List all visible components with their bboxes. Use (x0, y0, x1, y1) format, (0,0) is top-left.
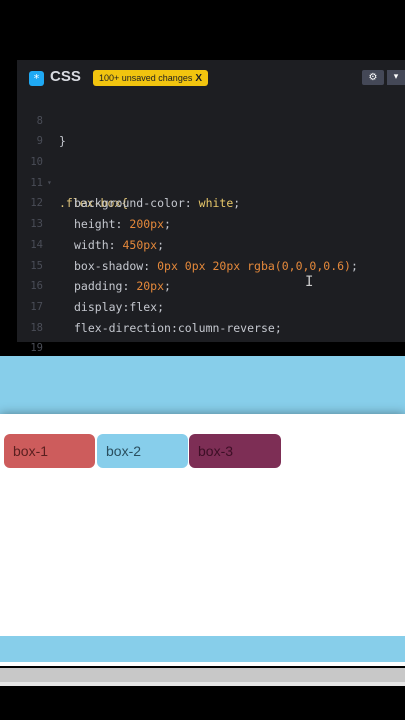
editor-title: CSS (50, 68, 81, 85)
unsaved-changes-label: 100+ unsaved changes (99, 73, 193, 83)
chevron-down-icon[interactable]: ▾ (387, 70, 405, 85)
box-1: box-1 (4, 434, 95, 468)
editor-header: * CSS 100+ unsaved changes X ⚙ ▾ (17, 60, 405, 94)
code-line: 14 box-shadow: 0px 0px 20px rgba(0,0,0,0… (17, 214, 405, 273)
code-line: 9 (17, 111, 405, 147)
css-editor-panel: * CSS 100+ unsaved changes X ⚙ ▾ 8 } 9 10… (17, 60, 405, 355)
preview-background-bottom (0, 636, 405, 662)
preview-pane: box-1 box-2 box-3 (0, 356, 405, 666)
code-line: 8 } (17, 90, 405, 149)
scrollbar-track[interactable] (0, 682, 405, 686)
code-line: 19 (17, 318, 405, 354)
code-line: 11 background-color: white; (17, 152, 405, 211)
close-icon[interactable]: X (195, 73, 202, 84)
code-area[interactable]: 8 } 9 10 ▾ .flex-box{ 11 background-colo… (17, 90, 405, 355)
preview-background-top (0, 356, 405, 414)
code-line: 16 display:flex; (17, 256, 405, 314)
code-line: 12 height: 200px; (17, 173, 405, 231)
box-3: box-3 (189, 434, 281, 468)
code-line: 10 ▾ .flex-box{ (17, 131, 405, 210)
css-icon: * (29, 71, 44, 86)
code-line: 17 flex-direction:column-reverse; (17, 276, 405, 335)
horizontal-scrollbar[interactable] (0, 668, 405, 682)
code-line: 15 padding: 20px; (17, 235, 405, 294)
flex-box-container: box-1 box-2 box-3 (0, 414, 405, 636)
settings-gear-button[interactable]: ⚙ (362, 70, 384, 85)
code-line: 13 width: 450px; (17, 193, 405, 252)
unsaved-changes-badge[interactable]: 100+ unsaved changes X (93, 70, 208, 86)
text-cursor-icon: I (305, 274, 314, 290)
code-line: 18 (17, 297, 405, 334)
box-2: box-2 (97, 434, 188, 468)
